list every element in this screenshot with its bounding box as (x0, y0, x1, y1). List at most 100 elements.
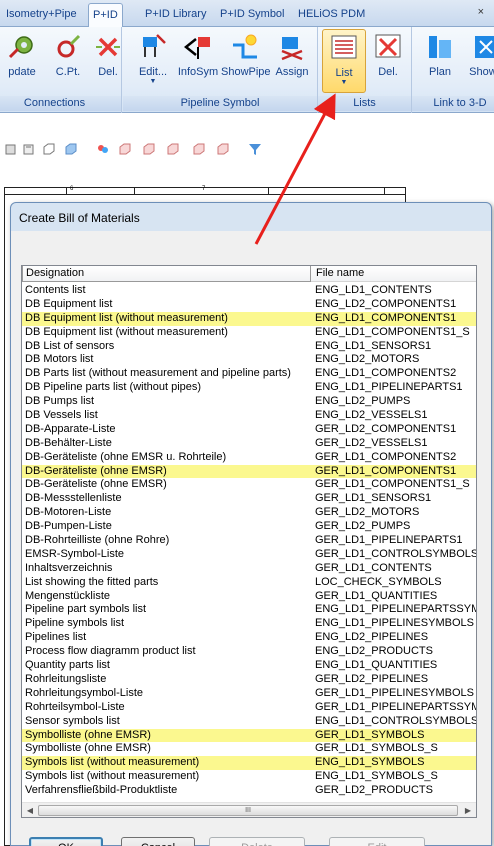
bom-list[interactable]: Designation File name Contents list ENG_L… (21, 265, 477, 818)
horizontal-scrollbar[interactable]: ◀ III ▶ (22, 802, 476, 817)
item-designation: Verfahrensfließbild-Produktliste (25, 784, 178, 797)
list-item[interactable]: DB-Pumpen-Liste GER_LD2_PUMPS (22, 520, 476, 534)
ribbon-tab-bar: Isometry+Pipe P+ID P+ID Library P+ID Sym… (0, 0, 494, 28)
item-designation: DB-Geräteliste (ohne EMSR) (25, 478, 167, 491)
list-item[interactable]: Sensor symbols list ENG_LD1_CONTROLSYMBOL… (22, 715, 476, 729)
edit-symbol-button[interactable]: Edit... ▼ (129, 29, 177, 91)
filter-icon[interactable] (248, 142, 262, 156)
tab-pid-symbol[interactable]: P+ID Symbol (216, 3, 289, 27)
column-header-file-name[interactable]: File name (313, 266, 476, 282)
tab-pid-library[interactable]: P+ID Library (141, 3, 210, 27)
list-item[interactable]: Pipeline part symbols list ENG_LD1_PIPELI… (22, 603, 477, 617)
item-designation: DB-Messstellenliste (25, 492, 122, 505)
list-item[interactable]: DB-Geräteliste (ohne EMSR u. Rohrteile) G… (22, 450, 476, 465)
list-item[interactable]: Symbolliste (ohne EMSR) GER_LD1_SYMBOLS (22, 728, 476, 743)
view-cube-icon[interactable] (4, 142, 18, 156)
list-item[interactable]: Inhaltsverzeichnis GER_LD1_CONTENTS (22, 561, 476, 576)
list-item[interactable]: Pipeline symbols list ENG_LD1_PIPELINESYM… (22, 617, 476, 631)
item-file-name: GER_LD1_CONTENTS (315, 561, 432, 574)
item-file-name: ENG_LD1_COMPONENTS1_S (315, 325, 470, 338)
list-item[interactable]: DB List of sensors ENG_LD1_SENSORS1 (22, 340, 476, 354)
item-designation: DB-Motoren-Liste (25, 506, 112, 519)
item-file-name: ENG_LD1_PIPELINEPARTSSYM (315, 603, 477, 616)
list-item[interactable]: Verfahrensfließbild-Produktliste GER_LD2_… (22, 784, 476, 798)
item-file-name: GER_LD1_SYMBOLS_S (315, 742, 438, 755)
list-delete-button[interactable]: Del. (364, 29, 412, 91)
list-item[interactable]: EMSR-Symbol-Liste GER_LD1_CONTROLSYMBOLS (22, 548, 476, 562)
plan-button[interactable]: Plan (416, 29, 464, 91)
showpipe-button[interactable]: ShowPipe (221, 29, 271, 91)
list-item[interactable]: Quantity parts list ENG_LD1_QUANTITIES (22, 659, 476, 673)
render-options-icon[interactable] (96, 142, 110, 156)
tab-pid[interactable]: P+ID (88, 3, 123, 28)
ok-button[interactable]: OK (29, 837, 103, 846)
view-iso-3-icon[interactable] (166, 142, 180, 156)
list-item[interactable]: DB-Rohrteilliste (ohne Rohre) GER_LD1_PIP… (22, 534, 476, 548)
list-item[interactable]: Mengenstückliste GER_LD1_QUANTITIES (22, 589, 476, 604)
list-item[interactable]: Rohrleitungsymbol-Liste GER_LD1_PIPELINES… (22, 687, 476, 701)
view-iso-1-icon[interactable] (118, 142, 132, 156)
list-item[interactable]: DB Pumps list ENG_LD2_PUMPS (22, 395, 476, 409)
view-iso-2-icon[interactable] (142, 142, 156, 156)
show-pipe-icon (233, 34, 257, 59)
scroll-right-icon[interactable]: ▶ (462, 805, 474, 816)
chevron-down-icon: ▼ (149, 78, 157, 85)
item-file-name: GER_LD2_PIPELINES (315, 672, 429, 685)
list-item[interactable]: Symbolliste (ohne EMSR) GER_LD1_SYMBOLS_S (22, 742, 476, 756)
list-item[interactable]: Process flow diagramm product list ENG_LD… (22, 645, 476, 659)
list-item[interactable]: Symbols list (without measurement) ENG_LD… (22, 770, 476, 784)
item-file-name: LOC_CHECK_SYMBOLS (315, 575, 442, 588)
tab-isometry-pipe[interactable]: Isometry+Pipe (2, 3, 81, 27)
update-button[interactable]: pdate (0, 29, 46, 91)
list-item[interactable]: DB Pipeline parts list (without pipes) EN… (22, 381, 476, 395)
scroll-thumb[interactable]: III (38, 805, 458, 816)
delete-button[interactable]: Delete (209, 837, 305, 846)
view-shaded-icon[interactable] (64, 142, 78, 156)
item-file-name: GER_LD1_SYMBOLS (315, 728, 425, 741)
list-item[interactable]: DB-Messstellenliste GER_LD1_SENSORS1 (22, 492, 476, 506)
list-item[interactable]: DB Parts list (without measurement and p… (22, 367, 476, 381)
item-designation: DB Pumps list (25, 395, 95, 408)
view-iso-5-icon[interactable] (216, 142, 230, 156)
list-item[interactable]: Rohrteilsymbol-Liste GER_LD1_PIPELINEPART… (22, 700, 476, 715)
list-item[interactable]: DB-Geräteliste (ohne EMSR) GER_LD1_COMPON… (22, 464, 476, 479)
list-item[interactable]: Rohrleitungsliste GER_LD2_PIPELINES (22, 672, 476, 687)
close-icon[interactable]: × (478, 6, 484, 18)
item-file-name: ENG_LD1_PIPELINEPARTS1 (315, 381, 463, 394)
assign-button[interactable]: Assign (268, 29, 316, 91)
list-item[interactable]: DB Equipment list ENG_LD2_COMPONENTS1 (22, 298, 476, 312)
item-designation: DB-Apparate-Liste (25, 422, 116, 435)
list-button[interactable]: List ▼ (322, 29, 366, 93)
item-file-name: GER_LD1_COMPONENTS1 (315, 464, 457, 477)
list-item[interactable]: List showing the fitted parts LOC_CHECK_S… (22, 575, 476, 590)
scroll-left-icon[interactable]: ◀ (24, 805, 36, 816)
view-front-icon[interactable] (22, 142, 36, 156)
view-wire-icon[interactable] (42, 142, 56, 156)
item-designation: Quantity parts list (25, 659, 110, 672)
cancel-button[interactable]: Cancel (121, 837, 195, 846)
view-iso-4-icon[interactable] (192, 142, 206, 156)
group-label-connections: Connections (0, 96, 121, 111)
item-designation: Rohrteilsymbol-Liste (25, 700, 125, 713)
item-designation: Inhaltsverzeichnis (25, 561, 113, 574)
list-item[interactable]: DB Vessels list ENG_LD2_VESSELS1 (22, 409, 476, 423)
column-header-designation[interactable]: Designation (22, 266, 311, 282)
list-item[interactable]: Pipelines list ENG_LD2_PIPELINES (22, 631, 476, 645)
list-item[interactable]: DB Equipment list (without measurement) E… (22, 325, 476, 340)
list-item[interactable]: Symbols list (without measurement) ENG_LD… (22, 756, 476, 771)
list-item[interactable]: DB-Geräteliste (ohne EMSR) GER_LD1_COMPON… (22, 478, 476, 492)
list-item[interactable]: DB Equipment list (without measurement) E… (22, 311, 476, 326)
item-designation: Mengenstückliste (25, 589, 110, 602)
show3d-button[interactable]: Show3 (462, 29, 494, 91)
item-designation: DB-Geräteliste (ohne EMSR u. Rohrteile) (25, 450, 227, 463)
tab-helios-pdm[interactable]: HELiOS PDM (294, 3, 369, 27)
item-file-name: ENG_LD1_QUANTITIES (315, 659, 438, 672)
list-item[interactable]: Contents list ENG_LD1_CONTENTS (22, 284, 476, 298)
list-item[interactable]: DB Motors list ENG_LD2_MOTORS (22, 353, 476, 367)
edit-button[interactable]: Edit (329, 837, 425, 846)
list-item[interactable]: DB-Apparate-Liste GER_LD2_COMPONENTS1 (22, 422, 476, 437)
list-item[interactable]: DB-Motoren-Liste GER_LD2_MOTORS (22, 506, 476, 520)
list-item[interactable]: DB-Behälter-Liste GER_LD2_VESSELS1 (22, 437, 476, 451)
infosym-button[interactable]: InfoSym (174, 29, 222, 91)
drawing-column-ruler: 6 7 (4, 186, 406, 195)
